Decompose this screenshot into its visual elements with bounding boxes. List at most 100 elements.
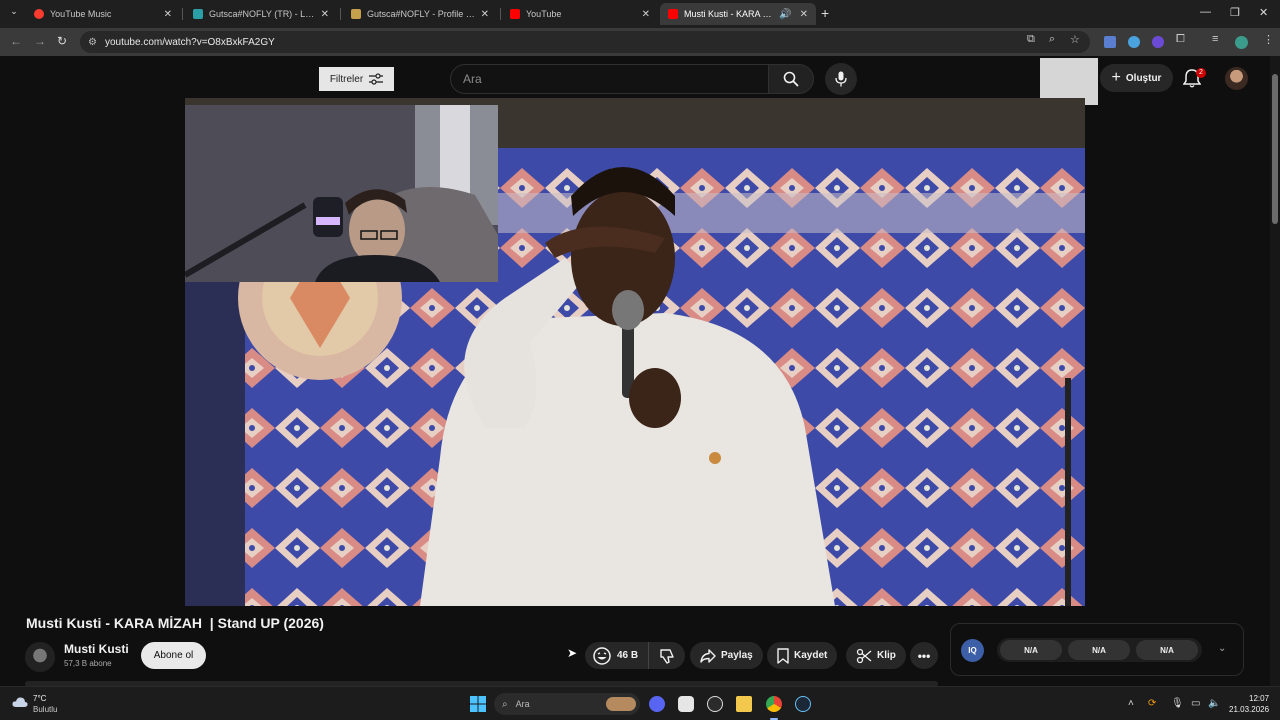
riot-client-icon[interactable]: [707, 696, 723, 712]
tab-mastery-profile[interactable]: Gutsca#NOFLY - Profile | Maste ✕: [343, 3, 497, 25]
extension-icon[interactable]: [1128, 36, 1140, 48]
clock-time[interactable]: 12:07: [1249, 694, 1269, 703]
close-tab-icon[interactable]: ✕: [481, 9, 489, 20]
tab-search-button[interactable]: ⌄: [6, 6, 22, 22]
scrollbar-thumb[interactable]: [1272, 74, 1278, 224]
plus-icon: +: [1111, 69, 1121, 86]
channel-avatar[interactable]: [25, 642, 55, 672]
profile-avatar-icon[interactable]: [1235, 36, 1248, 49]
clock-date[interactable]: 21.03.2026: [1229, 705, 1269, 714]
speaker-icon[interactable]: 🔊: [779, 9, 791, 20]
create-button[interactable]: + Oluştur: [1100, 64, 1173, 92]
tab-separator: [182, 8, 183, 20]
extension-stat: N/A: [1136, 640, 1198, 660]
tab-leagueofgraphs[interactable]: Gutsca#NOFLY (TR) - LeagueOf ✕: [185, 3, 337, 25]
close-window-icon[interactable]: ✕: [1259, 6, 1268, 19]
address-bar[interactable]: ⚙ youtube.com/watch?v=O8xBxkFA2GY: [80, 31, 1090, 53]
site-info-icon[interactable]: ⚙: [88, 37, 97, 48]
subscribe-button[interactable]: Abone ol: [141, 642, 206, 669]
share-button[interactable]: Paylaş: [690, 642, 763, 669]
extension-stat: N/A: [1068, 640, 1130, 660]
translate-extension-icon[interactable]: [1104, 36, 1116, 48]
install-app-icon[interactable]: ⧉: [1027, 33, 1035, 46]
voice-search-button[interactable]: [825, 63, 857, 95]
taskbar-search[interactable]: ⌕ Ara: [494, 693, 640, 715]
youtube-icon: [668, 9, 678, 19]
url-text: youtube.com/watch?v=O8xBxkFA2GY: [104, 36, 275, 48]
close-tab-icon[interactable]: ✕: [642, 9, 650, 20]
more-actions-button[interactable]: •••: [910, 642, 938, 669]
close-tab-icon[interactable]: ✕: [800, 9, 808, 20]
chrome-icon[interactable]: [766, 696, 782, 712]
discord-icon[interactable]: [649, 696, 665, 712]
extensions-puzzle-icon[interactable]: ⧠: [1176, 33, 1185, 46]
video-player[interactable]: [185, 98, 1085, 606]
back-icon[interactable]: ←: [10, 34, 22, 48]
notification-count-badge: 2: [1196, 68, 1206, 78]
like-count: 46 B: [617, 650, 639, 661]
account-avatar[interactable]: [1225, 67, 1248, 90]
tab-title: YouTube: [526, 9, 562, 19]
sync-icon[interactable]: ⟳: [1148, 698, 1156, 709]
reload-icon[interactable]: ↻: [57, 34, 67, 48]
zoom-icon[interactable]: ⌕: [1049, 33, 1055, 46]
webcam-feed: [185, 105, 498, 282]
taskbar-search-placeholder: Ara: [515, 699, 530, 709]
forward-icon[interactable]: →: [34, 34, 46, 48]
extension-stat: N/A: [1000, 640, 1062, 660]
windows-start-icon[interactable]: [470, 696, 486, 712]
weather-description[interactable]: Bulutlu: [33, 705, 57, 714]
bookmark-icon: [777, 647, 789, 664]
filters-button[interactable]: Filtreler: [319, 67, 394, 91]
save-button[interactable]: Kaydet: [767, 642, 838, 669]
tab-title: Gutsca#NOFLY - Profile | Maste: [367, 9, 477, 19]
minimize-icon[interactable]: —: [1200, 6, 1211, 18]
clip-button[interactable]: Klip: [846, 642, 906, 669]
close-tab-icon[interactable]: ✕: [164, 9, 172, 20]
volume-icon[interactable]: 🔈: [1208, 698, 1220, 709]
webcam-overlay: [185, 105, 498, 282]
microphone-tray-icon[interactable]: 🎙: [1171, 698, 1184, 709]
tab-title: Gutsca#NOFLY (TR) - LeagueOf: [209, 9, 317, 19]
restore-icon[interactable]: ❐: [1230, 6, 1240, 19]
microphone-icon: [835, 71, 847, 87]
like-button[interactable]: 46 B: [585, 642, 638, 669]
save-label: Kaydet: [794, 650, 828, 661]
chevron-up-icon[interactable]: ˄: [1128, 698, 1134, 709]
search-icon: [783, 71, 799, 87]
weather-temperature[interactable]: 7°C: [33, 694, 46, 703]
tab-musti-kusti-video[interactable]: Musti Kusti - KARA MİZAH 🔊 ✕: [660, 3, 816, 25]
tab-youtube-music[interactable]: YouTube Music ✕: [26, 3, 180, 25]
youtube-music-icon: [34, 9, 44, 19]
search-input[interactable]: [463, 72, 743, 86]
filters-label: Filtreler: [329, 73, 364, 85]
network-icon[interactable]: ▭: [1191, 698, 1200, 709]
chevron-down-icon[interactable]: ⌄: [1218, 643, 1226, 654]
file-explorer-icon[interactable]: [736, 696, 752, 712]
browser-toolbar: ← → ↻ ⚙ youtube.com/watch?v=O8xBxkFA2GY …: [0, 28, 1280, 56]
iq-extension-badge[interactable]: IQ: [961, 639, 984, 662]
steam-workshop-icon[interactable]: [678, 696, 694, 712]
mastery-site-icon: [351, 9, 361, 19]
steam-icon[interactable]: [795, 696, 811, 712]
subscriber-count: 57,3 B abone: [64, 659, 112, 668]
extension-icon[interactable]: [1152, 36, 1164, 48]
leagueofgraphs-icon: [193, 9, 203, 19]
reading-list-icon[interactable]: ≡: [1212, 33, 1218, 45]
search-button[interactable]: [768, 64, 814, 94]
tab-youtube[interactable]: YouTube ✕: [502, 3, 658, 25]
channel-name-link[interactable]: Musti Kusti: [64, 642, 129, 656]
browser-menu-icon[interactable]: ⋮: [1263, 33, 1274, 46]
dislike-button[interactable]: [648, 642, 684, 669]
tab-separator: [500, 8, 501, 20]
sliders-icon: [369, 73, 384, 85]
bookmark-star-icon[interactable]: ☆: [1070, 33, 1080, 46]
youtube-watch-page: Filtreler + Oluştur 2: [0, 56, 1270, 687]
clip-label: Klip: [877, 650, 896, 661]
thumbs-down-icon: [659, 648, 674, 664]
tab-separator: [340, 8, 341, 20]
search-field[interactable]: [450, 64, 770, 94]
new-tab-button[interactable]: +: [821, 5, 829, 21]
browser-tab-strip: ⌄ YouTube Music ✕ Gutsca#NOFLY (TR) - Le…: [0, 0, 1280, 28]
close-tab-icon[interactable]: ✕: [321, 9, 329, 20]
